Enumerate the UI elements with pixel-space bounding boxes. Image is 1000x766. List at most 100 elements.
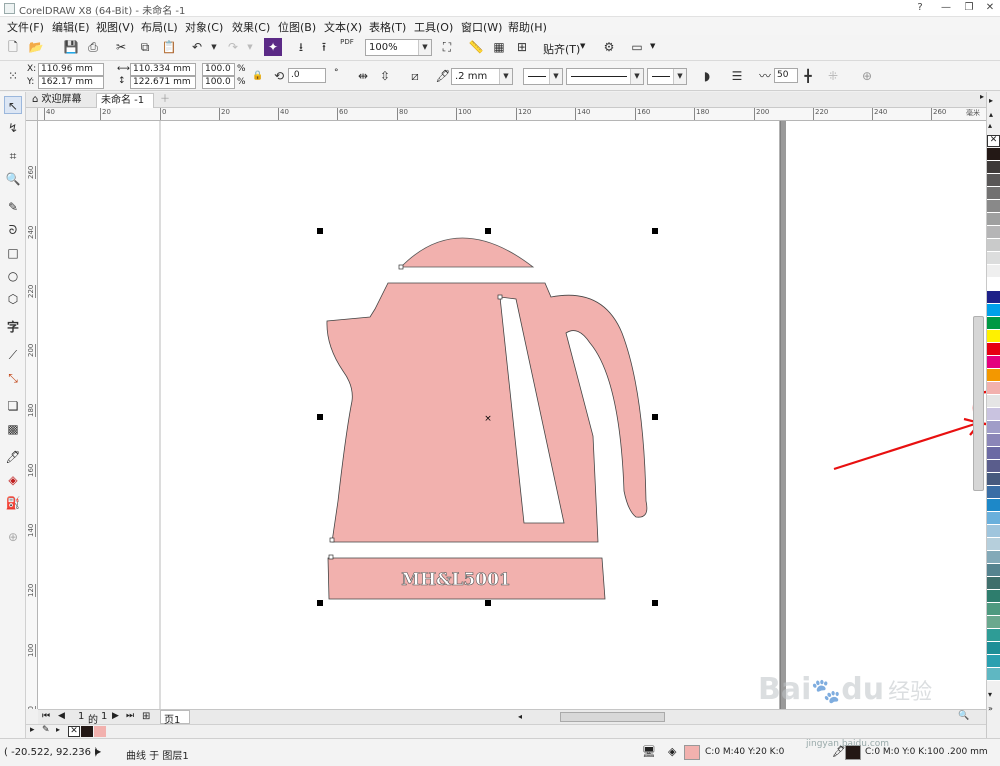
menu-layout[interactable]: 布局(L): [141, 19, 178, 35]
height-input[interactable]: 122.671 mm: [130, 76, 196, 89]
rotation-input[interactable]: .0: [288, 68, 326, 83]
palette-menu-icon[interactable]: ▸: [30, 725, 35, 735]
smart-fill-icon[interactable]: ⛽: [4, 494, 22, 512]
publish-pdf-icon[interactable]: PDF: [338, 38, 356, 56]
eyedropper-icon[interactable]: 🖊: [4, 448, 22, 466]
show-grid-icon[interactable]: ▦: [490, 38, 508, 56]
no-color-swatch[interactable]: ✕: [68, 726, 80, 737]
palette-collapse-icon[interactable]: ▴: [989, 110, 993, 119]
color-swatch[interactable]: [987, 538, 1000, 551]
add-tool-icon[interactable]: ⊕: [4, 528, 22, 546]
color-swatch[interactable]: [987, 421, 1000, 434]
zoom-level-select[interactable]: 100% ▼: [365, 39, 432, 56]
menu-object[interactable]: 对象(C): [185, 19, 223, 35]
tab-document[interactable]: 未命名 -1: [96, 93, 154, 108]
color-swatch[interactable]: [987, 525, 1000, 538]
add-page-icon[interactable]: ⊞: [142, 711, 150, 722]
color-swatch[interactable]: [987, 265, 1000, 278]
color-swatch[interactable]: [987, 356, 1000, 369]
menu-file[interactable]: 文件(F): [7, 19, 44, 35]
color-swatch[interactable]: [987, 161, 1000, 174]
break-curve-icon[interactable]: ⧄: [406, 67, 424, 85]
page-tab[interactable]: 页1: [160, 710, 190, 726]
palette-expand-icon[interactable]: »: [988, 704, 993, 713]
color-swatch[interactable]: [987, 564, 1000, 577]
menu-help[interactable]: 帮助(H): [508, 19, 547, 35]
restore-button[interactable]: ❐: [959, 0, 979, 16]
color-swatch[interactable]: [987, 668, 1000, 681]
parallel-dimension-icon[interactable]: ⟋: [4, 346, 22, 364]
menu-effects[interactable]: 效果(C): [232, 19, 270, 35]
snap-chevron-icon[interactable]: ▼: [580, 42, 585, 50]
color-swatch[interactable]: [987, 486, 1000, 499]
connector-tool-icon[interactable]: ⤡: [4, 369, 22, 387]
menu-window[interactable]: 窗口(W): [461, 19, 502, 35]
color-swatch[interactable]: [987, 577, 1000, 590]
color-swatch[interactable]: [987, 343, 1000, 356]
vertical-ruler[interactable]: 260 240 220 200 180 160 140 120 100 80: [26, 121, 38, 709]
color-swatch[interactable]: [987, 551, 1000, 564]
no-fill-swatch[interactable]: ✕: [987, 135, 1000, 147]
color-proof-icon[interactable]: 🖥: [642, 745, 656, 758]
freehand-tool-icon[interactable]: ✎: [4, 198, 22, 216]
color-swatch[interactable]: [987, 473, 1000, 486]
save-icon[interactable]: 💾: [62, 38, 80, 56]
mirror-vertical-icon[interactable]: ⇳: [376, 67, 394, 85]
color-swatch[interactable]: [987, 603, 1000, 616]
add-icon[interactable]: ⊕: [858, 67, 876, 85]
palette-scroll-up-icon[interactable]: ▸: [989, 96, 993, 105]
color-swatch[interactable]: [987, 616, 1000, 629]
options-gear-icon[interactable]: ⚙: [600, 38, 618, 56]
color-swatch[interactable]: [987, 395, 1000, 408]
color-swatch[interactable]: [987, 330, 1000, 343]
last-page-icon[interactable]: ⏭: [126, 711, 134, 721]
color-swatch[interactable]: [987, 174, 1000, 187]
color-swatch[interactable]: [987, 148, 1000, 161]
black-swatch[interactable]: [81, 726, 93, 737]
open-icon[interactable]: 📂: [27, 38, 45, 56]
new-tab-icon[interactable]: ＋: [156, 93, 170, 108]
color-swatch[interactable]: [987, 187, 1000, 200]
object-origin-icon[interactable]: ⁙: [4, 67, 22, 85]
line-style-select[interactable]: ▼: [566, 68, 644, 85]
scale-x-input[interactable]: 100.0: [202, 63, 235, 76]
horizontal-scrollbar[interactable]: [560, 712, 665, 722]
color-swatch[interactable]: [987, 512, 1000, 525]
menu-tools[interactable]: 工具(O): [414, 19, 453, 35]
color-swatch[interactable]: [987, 252, 1000, 265]
close-curve-icon[interactable]: ◗: [698, 67, 716, 85]
first-page-icon[interactable]: ⏮: [42, 711, 50, 721]
ellipse-tool-icon[interactable]: ○: [4, 267, 22, 285]
minimize-button[interactable]: —: [936, 0, 956, 16]
redo-dropdown-icon[interactable]: ▼: [241, 38, 259, 56]
menu-table[interactable]: 表格(T): [369, 19, 406, 35]
import-icon[interactable]: ⭳: [292, 38, 310, 56]
color-swatch[interactable]: [987, 460, 1000, 473]
horizontal-ruler[interactable]: 40 20 0 20 40 60 80 100 120 140 160 180 200 220 240 260…: [38, 108, 986, 121]
start-arrowhead-select[interactable]: ▼: [523, 68, 563, 85]
palette-scroll-down-icon[interactable]: ▾: [988, 690, 992, 699]
reduce-nodes-icon[interactable]: ⁜: [824, 67, 842, 85]
menu-edit[interactable]: 编辑(E): [52, 19, 90, 35]
palette-top-icon[interactable]: ▴: [988, 121, 992, 130]
color-swatch[interactable]: [987, 239, 1000, 252]
lock-ratio-icon[interactable]: 🔒: [252, 71, 263, 81]
launcher-chevron-icon[interactable]: ▼: [650, 42, 655, 50]
end-arrowhead-select[interactable]: ▼: [647, 68, 687, 85]
menu-view[interactable]: 视图(V): [96, 19, 134, 35]
color-swatch[interactable]: [987, 655, 1000, 668]
color-swatch[interactable]: [987, 369, 1000, 382]
application-launcher-icon[interactable]: ▭: [628, 38, 646, 56]
zoom-tool-icon[interactable]: 🔍: [4, 170, 22, 188]
vertical-scrollbar[interactable]: [973, 316, 984, 491]
color-swatch[interactable]: [987, 629, 1000, 642]
crop-tool-icon[interactable]: ⌗: [4, 147, 22, 165]
color-swatch[interactable]: [987, 382, 1000, 395]
scroll-left-icon[interactable]: ◂: [518, 712, 524, 722]
y-position-input[interactable]: 162.17 mm: [38, 76, 104, 89]
width-input[interactable]: 110.334 mm: [130, 63, 196, 76]
show-guidelines-icon[interactable]: ⊞: [513, 38, 531, 56]
text-tool-icon[interactable]: 字: [4, 318, 22, 336]
outline-width-select[interactable]: .2 mm ▼: [451, 68, 513, 85]
paste-icon[interactable]: 📋: [160, 38, 178, 56]
